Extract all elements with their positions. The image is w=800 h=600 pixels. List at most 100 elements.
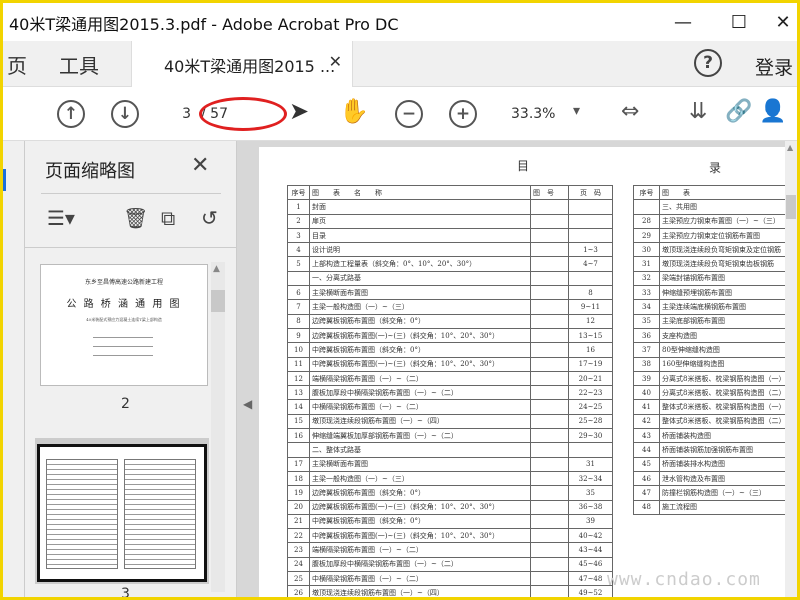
table-row: 36 支座构造图 xyxy=(633,327,787,344)
table-cell: 墩顶现浇连续段负弯矩钢束齿板钢筋 xyxy=(659,256,787,272)
table-cell: 25~28 xyxy=(568,413,613,430)
table-row: 29 主梁预应力钢束定位钢筋布置图 xyxy=(633,227,787,244)
table-cell: 泄水管构造及布置图 xyxy=(659,470,787,487)
table-cell xyxy=(530,399,569,415)
thumbnail-scrollbar[interactable]: ▲ xyxy=(211,262,225,592)
scrollbar-thumb[interactable] xyxy=(786,195,796,219)
table-row: 23 端横隔梁钢筋布置图（一）~（二） 43~44 xyxy=(287,542,613,558)
table-cell xyxy=(530,342,569,358)
table-cell: 44 xyxy=(633,442,660,458)
table-cell: 40~42 xyxy=(568,528,613,544)
maximize-button[interactable]: ☐ xyxy=(719,9,759,35)
table-row: 10 中跨翼板钢筋布置图（斜交角：0°） 16 xyxy=(287,342,613,358)
scroll-up-icon[interactable]: ▲ xyxy=(787,143,793,152)
thumbnail-page-3[interactable] xyxy=(37,444,207,582)
table-cell: 33 xyxy=(633,285,660,301)
hand-tool-icon[interactable]: ✋ xyxy=(339,97,369,125)
table-cell xyxy=(530,242,569,258)
table-cell: 8 xyxy=(287,313,310,329)
table-cell: 分离式8米搭板、枕梁钢筋构造图（二） xyxy=(659,385,787,401)
tab-label: 40米T梁通用图2015 ... xyxy=(164,57,336,76)
document-scrollbar[interactable]: ▲ xyxy=(785,141,797,597)
minimize-button[interactable]: — xyxy=(663,9,703,35)
table-row: 7 主梁一般构造图（一）~（三） 9~11 xyxy=(287,299,613,315)
fit-page-icon[interactable]: ⇔ xyxy=(621,99,639,124)
table-cell: 38 xyxy=(633,356,660,372)
table-cell xyxy=(568,442,613,458)
extract-icon[interactable]: ⧉ xyxy=(161,206,175,230)
scrollbar-thumb[interactable] xyxy=(211,290,225,312)
zoom-level[interactable]: 33.3% xyxy=(511,102,555,126)
login-button[interactable]: 登录 xyxy=(755,53,793,80)
nav-home[interactable]: 页 xyxy=(7,50,27,79)
table-cell: 2 xyxy=(287,213,310,229)
table-cell xyxy=(530,270,569,287)
table-cell: 桥面铺装排水构造图 xyxy=(659,456,787,472)
table-cell: 4~7 xyxy=(568,256,613,272)
table-row: 48 施工流程图 xyxy=(633,499,787,515)
table-cell xyxy=(530,542,569,558)
table-row: 31 墩顶现浇连续段负弯矩钢束齿板钢筋 xyxy=(633,256,787,272)
table-row: 一、分离式路基 xyxy=(287,270,613,287)
table-cell: 中跨翼板钢筋布置图(一)~(三)（斜交角：10°、20°、30°） xyxy=(309,356,531,372)
help-icon[interactable]: ? xyxy=(694,49,722,77)
table-cell: 主梁横断面布置图 xyxy=(309,456,531,472)
options-menu-icon[interactable]: ☰▾ xyxy=(47,206,75,230)
table-cell: 6 xyxy=(287,285,310,301)
table-cell: 主梁底部钢筋布置图 xyxy=(659,313,787,329)
table-cell: 设计说明 xyxy=(309,242,531,258)
table-cell xyxy=(287,270,310,287)
table-cell: 11 xyxy=(287,356,310,372)
document-tab[interactable]: 40米T梁通用图2015 ... ✕ xyxy=(131,41,353,87)
table-row: 44 桥面铺装钢筋加强钢筋布置图 xyxy=(633,442,787,458)
table-cell: 40 xyxy=(633,385,660,401)
table-row: 15 墩顶现浇连续段钢筋布置图（一）~（四） 25~28 xyxy=(287,413,613,430)
table-cell: 主梁一般构造图（一）~（三） xyxy=(309,470,531,487)
select-cursor-icon[interactable]: ➤ xyxy=(289,97,309,125)
table-cell xyxy=(530,227,569,244)
table-cell: 29 xyxy=(633,227,660,244)
table-cell: 封面 xyxy=(309,199,531,215)
table-row: 3 目录 xyxy=(287,227,613,244)
table-cell xyxy=(530,470,569,487)
table-row: 17 主梁横断面布置图 31 xyxy=(287,456,613,472)
table-cell: 10 xyxy=(287,342,310,358)
table-cell: 墩顶现浇连续段负弯矩钢束及定位钢筋 xyxy=(659,242,787,258)
scroll-up-icon[interactable]: ▲ xyxy=(213,264,220,274)
share-icon[interactable]: 👤 xyxy=(759,99,786,124)
delete-icon[interactable]: 🗑 xyxy=(123,206,148,230)
panel-close-icon[interactable]: ✕ xyxy=(191,153,209,178)
rotate-icon[interactable]: ↺ xyxy=(201,206,218,230)
table-cell xyxy=(530,413,569,430)
zoom-out-icon[interactable]: − xyxy=(395,100,423,128)
thumbnail-list: 东乡至昌傅高速公路新建工程 公 路 桥 涵 通 用 图 40米装配式预应力混凝土… xyxy=(25,247,237,597)
page-number-input[interactable]: 3 xyxy=(163,102,197,126)
nav-tools[interactable]: 工具 xyxy=(59,50,99,79)
next-page-icon[interactable]: ↓ xyxy=(111,100,139,128)
table-row: 39 分离式8米搭板、枕梁钢筋构造图（一） xyxy=(633,370,787,387)
table-cell: 43~44 xyxy=(568,542,613,558)
thumbnail-page-2[interactable]: 东乡至昌傅高速公路新建工程 公 路 桥 涵 通 用 图 40米装配式预应力混凝土… xyxy=(40,264,208,386)
table-cell: 22 xyxy=(287,528,310,544)
zoom-dropdown-icon[interactable]: ▾ xyxy=(573,103,580,119)
table-cell: 160型伸缩缝构造图 xyxy=(659,356,787,372)
table-cell: 上部构造工程量表（斜交角：0°、10°、20°、30°） xyxy=(309,256,531,272)
table-cell: 中横隔梁钢筋布置图（一）~（二） xyxy=(309,399,531,415)
thumbnails-panel: 页面缩略图 ✕ ☰▾ 🗑 ⧉ ↺ 东乡至昌傅高速公路新建工程 公 路 桥 涵 通… xyxy=(25,141,237,597)
column-header: 图 表 xyxy=(659,184,787,201)
table-row: 37 80型伸缩缝构造图 xyxy=(633,342,787,358)
table-cell: 1~3 xyxy=(568,242,613,258)
table-row: 43 桥面铺装构造图 xyxy=(633,428,787,444)
table-cell: 端横隔梁钢筋布置图（一）~（二） xyxy=(309,370,531,387)
table-row: 5 上部构造工程量表（斜交角：0°、10°、20°、30°） 4~7 xyxy=(287,256,613,272)
link-icon[interactable]: 🔗 xyxy=(725,99,752,124)
prev-page-icon[interactable]: ↑ xyxy=(57,100,85,128)
collapse-panel-icon[interactable]: ◀ xyxy=(243,397,252,411)
table-cell: 14 xyxy=(287,399,310,415)
table-cell: 30 xyxy=(633,242,660,258)
stamp-icon[interactable]: ⇊ xyxy=(689,99,707,124)
table-cell: 一、分离式路基 xyxy=(309,270,531,287)
tab-close-icon[interactable]: ✕ xyxy=(329,52,342,71)
zoom-in-icon[interactable]: + xyxy=(449,100,477,128)
close-window-button[interactable]: ✕ xyxy=(763,9,797,35)
